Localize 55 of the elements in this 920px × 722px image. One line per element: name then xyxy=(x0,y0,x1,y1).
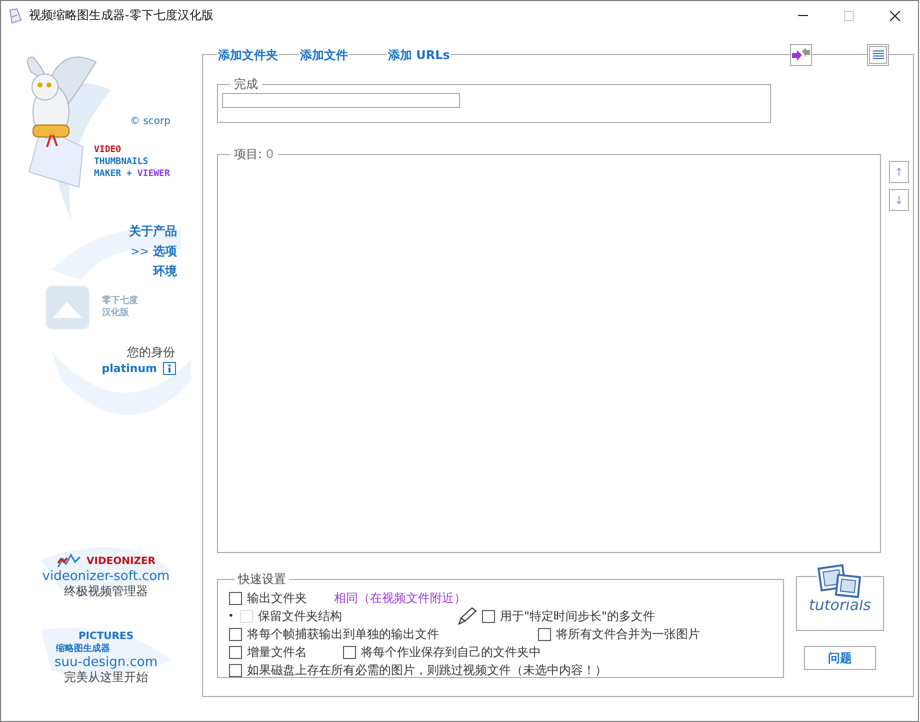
option-label: 如果磁盘上存在所有必需的图片，则跳过视频文件（未选中内容！） xyxy=(247,662,607,678)
checkbox[interactable] xyxy=(229,664,242,676)
move-down-button[interactable]: ↓ xyxy=(889,189,909,211)
nav-link[interactable]: 环境 xyxy=(153,263,177,280)
tagline: 终极视频管理器 xyxy=(64,584,148,599)
close-icon xyxy=(890,10,900,20)
add-link[interactable]: 添加文件夹 xyxy=(217,46,279,64)
list-view-button[interactable] xyxy=(867,44,889,66)
option-label: 将所有文件合并为一张图片 xyxy=(556,626,700,642)
nav-link[interactable]: 关于产品 xyxy=(129,223,177,240)
nav-link[interactable]: >> 选项 xyxy=(130,243,177,260)
checkbox[interactable] xyxy=(229,628,242,640)
tutorials-button[interactable]: tutorials xyxy=(796,564,884,631)
output-folder-link[interactable]: 相同（在视频文件附近） xyxy=(334,590,466,606)
checkbox[interactable] xyxy=(343,646,356,658)
maximize-icon xyxy=(844,10,854,20)
app-icon xyxy=(7,8,23,24)
translator-badge-text: 零下七度 汉化版 xyxy=(102,295,138,319)
move-up-button[interactable]: ↑ xyxy=(889,161,909,183)
checkbox[interactable] xyxy=(538,628,551,640)
list-icon xyxy=(872,50,884,60)
chart-logo-icon xyxy=(56,553,81,569)
identity-label: 您的身份 xyxy=(127,344,175,361)
arrows-icon xyxy=(791,47,811,63)
option-label: 增量文件名 xyxy=(247,644,307,660)
window-title: 视频缩略图生成器-零下七度汉化版 xyxy=(29,7,214,24)
checkbox[interactable] xyxy=(482,610,495,622)
tagline: 完美从这里开始 xyxy=(64,670,148,685)
account-type-label: platinum xyxy=(102,362,157,375)
swap-button[interactable] xyxy=(790,44,812,66)
items-count: 0 xyxy=(266,147,274,161)
checkbox[interactable] xyxy=(229,646,242,658)
brand-name: PICTURES xyxy=(78,631,134,642)
website-link[interactable]: suu-design.com xyxy=(54,655,158,670)
copyright-text: © scorp xyxy=(130,116,170,127)
option-label: 用于"特定时间步长"的多文件 xyxy=(500,608,656,624)
group-title: 快速设置 xyxy=(236,571,287,588)
minimize-icon xyxy=(798,15,808,16)
brand-name: VIDEONIZER xyxy=(86,556,156,566)
option-label: 将每个作业保存到自己的文件夹中 xyxy=(361,644,541,660)
items-label: 项目: xyxy=(234,147,262,161)
group-title: 完成 xyxy=(233,76,259,93)
product-name: VIDEO THUMBNAILS MAKER + VIEWER xyxy=(94,144,170,180)
info-icon[interactable] xyxy=(163,362,176,375)
add-link[interactable]: 添加 URLs xyxy=(387,46,451,64)
option-label: 将每个帧捕获输出到单独的输出文件 xyxy=(247,626,439,642)
pen-icon[interactable] xyxy=(457,607,477,625)
checkbox[interactable] xyxy=(229,592,242,604)
bullet: • xyxy=(228,610,235,622)
option-label: 保留文件夹结构 xyxy=(258,608,342,624)
option-label: 输出文件夹 xyxy=(247,590,307,606)
website-link[interactable]: videonizer-soft.com xyxy=(42,569,170,584)
help-button[interactable]: 问题 xyxy=(804,646,876,670)
brand-subtitle: 缩略图生成器 xyxy=(56,642,110,655)
add-link[interactable]: 添加文件 xyxy=(299,46,349,64)
